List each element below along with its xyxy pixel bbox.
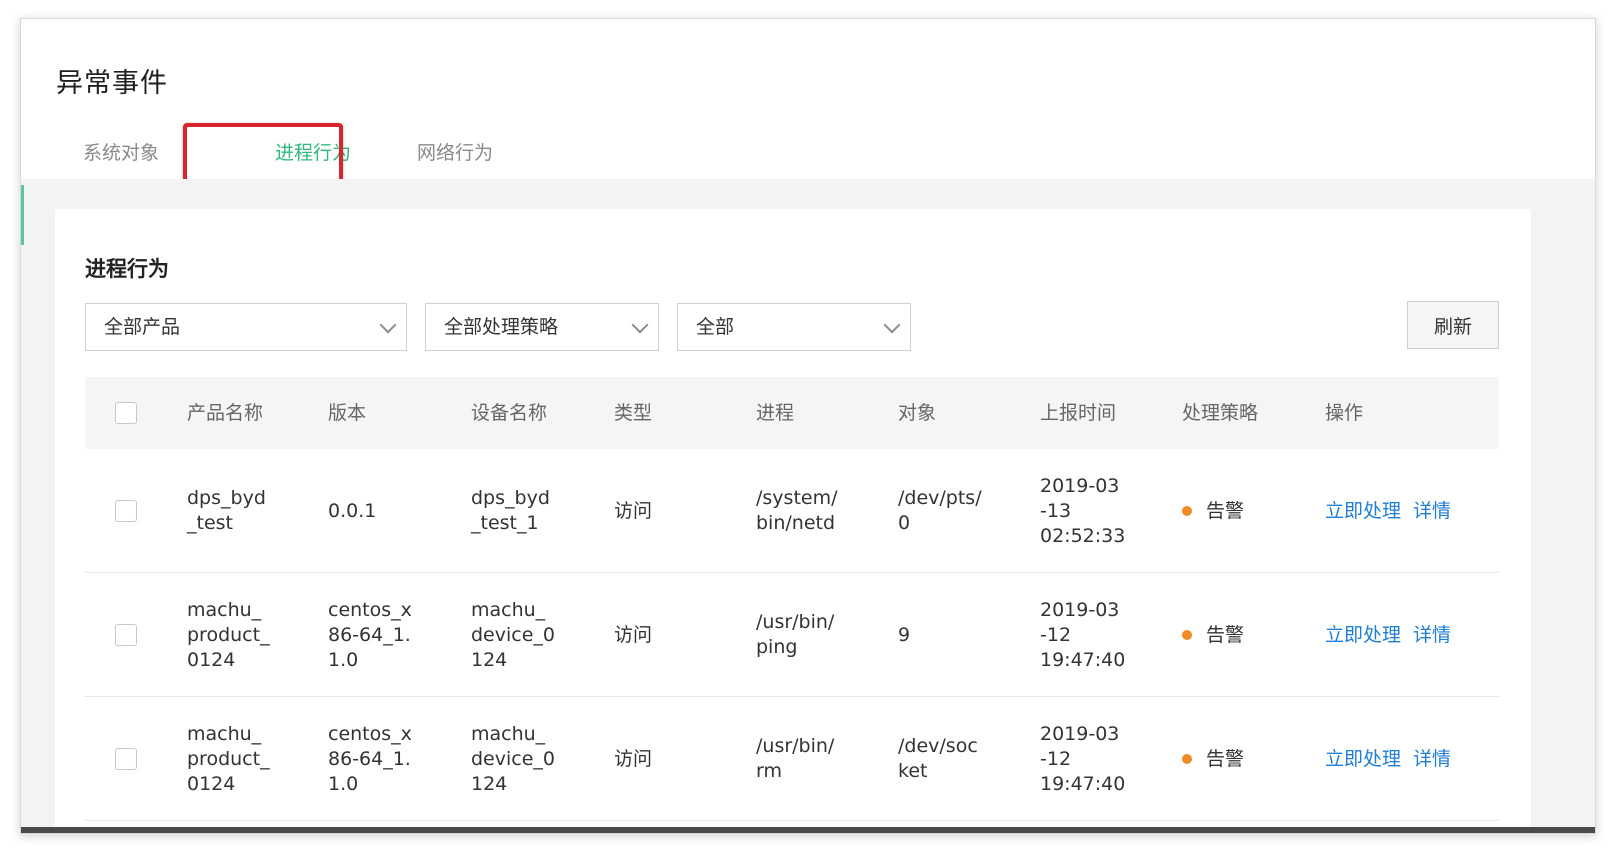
chevron-down-icon [379, 316, 397, 334]
cell-object: /dev/pts/ 0 [898, 487, 982, 534]
details-link[interactable]: 详情 [1413, 747, 1451, 772]
cell-object: 9 [898, 623, 911, 646]
cell-process: /usr/bin/ rm [756, 735, 835, 782]
cell-product: dps_byd _test [187, 487, 266, 534]
header-process: 进程 [756, 402, 795, 424]
header-policy: 处理策略 [1182, 402, 1259, 424]
details-link[interactable]: 详情 [1413, 499, 1451, 524]
product-select-value: 全部产品 [104, 316, 181, 338]
header-object: 对象 [898, 402, 937, 424]
chevron-down-icon [883, 316, 901, 334]
handle-now-link[interactable]: 立即处理 [1325, 499, 1401, 524]
details-link[interactable]: 详情 [1413, 623, 1451, 648]
cell-report-time: 2019-03 -12 19:47:40 [1040, 722, 1126, 795]
chevron-down-icon [631, 316, 649, 334]
cell-policy: 告警 [1206, 623, 1245, 646]
header-version: 版本 [328, 402, 367, 424]
handle-now-link[interactable]: 立即处理 [1325, 623, 1401, 648]
select-all-checkbox[interactable] [115, 402, 137, 424]
cell-device: machu_ device_0 124 [471, 598, 555, 671]
cell-device: dps_byd _test_1 [471, 487, 550, 534]
cell-device: machu_ device_0 124 [471, 722, 555, 795]
window-bottom-edge [21, 827, 1595, 833]
cell-type: 访问 [614, 499, 653, 522]
policy-select-value: 全部处理策略 [444, 316, 559, 338]
cell-version: centos_x 86-64_1. 1.0 [328, 722, 412, 795]
left-accent-bar [21, 185, 24, 245]
header-report-time: 上报时间 [1040, 402, 1117, 424]
cell-product: machu_ product_ 0124 [187, 722, 270, 795]
table-row: machu_ product_ 0124 centos_x 86-64_1. 1… [85, 573, 1499, 697]
section-title: 进程行为 [85, 257, 169, 281]
table-row: machu_ product_ 0124 centos_x 86-64_1. 1… [85, 697, 1499, 821]
alert-status-dot-icon [1182, 506, 1192, 516]
highlight-box [183, 123, 343, 183]
cell-process: /system/ bin/netd [756, 487, 838, 534]
app-window: 异常事件 系统对象 进程行为 网络行为 进程行为 全部产品 全部处理策略 全部 … [20, 18, 1596, 834]
handle-now-link[interactable]: 立即处理 [1325, 747, 1401, 772]
header-product: 产品名称 [187, 402, 264, 424]
events-table: 产品名称 版本 设备名称 类型 进程 对象 上报时间 处理策略 操作 dps_b… [85, 377, 1499, 821]
cell-process: /usr/bin/ ping [756, 611, 835, 658]
page-title: 异常事件 [56, 68, 168, 99]
process-behavior-panel: 进程行为 全部产品 全部处理策略 全部 刷新 产品名称 版本 设备名称 类型 进… [55, 209, 1531, 833]
cell-product: machu_ product_ 0124 [187, 598, 270, 671]
scope-select-value: 全部 [696, 316, 735, 338]
cell-report-time: 2019-03 -12 19:47:40 [1040, 598, 1126, 671]
cell-policy: 告警 [1206, 499, 1245, 522]
refresh-button[interactable]: 刷新 [1407, 301, 1499, 349]
cell-report-time: 2019-03 -13 02:52:33 [1040, 474, 1126, 547]
header-device: 设备名称 [471, 402, 548, 424]
cell-version: 0.0.1 [328, 499, 377, 522]
cell-policy: 告警 [1206, 747, 1245, 770]
table-header: 产品名称 版本 设备名称 类型 进程 对象 上报时间 处理策略 操作 [85, 377, 1499, 449]
policy-select[interactable]: 全部处理策略 [425, 303, 659, 351]
scope-select[interactable]: 全部 [677, 303, 911, 351]
cell-object: /dev/soc ket [898, 735, 978, 782]
row-checkbox[interactable] [115, 500, 137, 522]
row-checkbox[interactable] [115, 748, 137, 770]
tab-network-behavior[interactable]: 网络行为 [393, 127, 533, 179]
cell-type: 访问 [614, 623, 653, 646]
header-actions: 操作 [1325, 402, 1364, 424]
row-checkbox[interactable] [115, 624, 137, 646]
table-row: dps_byd _test 0.0.1 dps_byd _test_1 访问 /… [85, 449, 1499, 573]
product-select[interactable]: 全部产品 [85, 303, 407, 351]
alert-status-dot-icon [1182, 630, 1192, 640]
header-type: 类型 [614, 402, 653, 424]
cell-type: 访问 [614, 747, 653, 770]
cell-version: centos_x 86-64_1. 1.0 [328, 598, 412, 671]
alert-status-dot-icon [1182, 754, 1192, 764]
